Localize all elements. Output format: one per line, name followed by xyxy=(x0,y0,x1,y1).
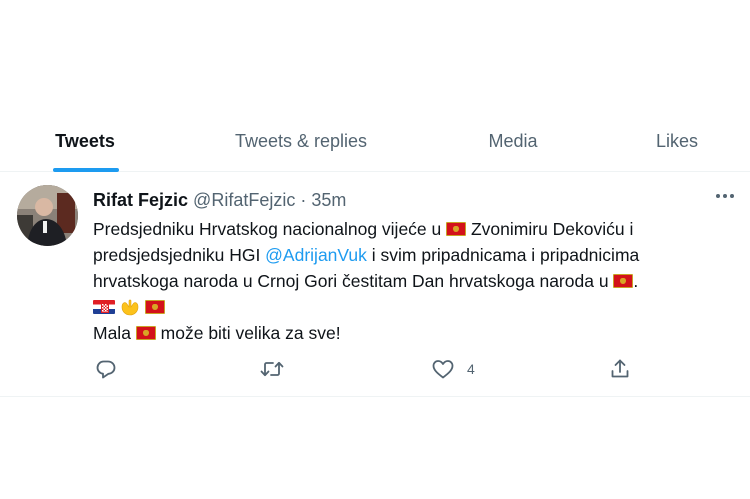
tweet-text-segment: može biti velika za sve! xyxy=(155,323,341,343)
tweet-text-segment: Predsjedniku Hrvatskog nacionalnog vijeć… xyxy=(93,219,447,239)
tweet-time[interactable]: 35m xyxy=(311,190,346,210)
author-handle[interactable]: @RifatFejzic xyxy=(193,190,295,210)
tab-tweets[interactable]: Tweets xyxy=(32,110,138,172)
like-button[interactable]: 4 xyxy=(431,358,475,380)
tab-tweets-replies[interactable]: Tweets & replies xyxy=(208,110,394,172)
tab-likes[interactable]: Likes xyxy=(638,110,716,172)
tweet-text-segment: i svim pripadnicama i pripadnicima xyxy=(366,245,640,265)
tweet-header: Rifat Fejzic @RifatFejzic · 35m xyxy=(93,190,346,211)
like-count: 4 xyxy=(467,361,475,377)
share-button[interactable] xyxy=(609,358,631,380)
tweet-text-segment: hrvatskoga naroda u Crnoj Gori čestitam … xyxy=(93,271,614,291)
avatar[interactable] xyxy=(17,185,78,246)
tab-tweets-label: Tweets xyxy=(55,130,115,151)
flag-montenegro-icon xyxy=(144,300,165,314)
flag-montenegro-icon xyxy=(613,274,634,288)
tab-media-label: Media xyxy=(488,130,538,151)
reply-icon xyxy=(96,360,116,379)
retweet-button[interactable] xyxy=(260,358,296,380)
tweet-text-segment: predsjedsjedniku HGI xyxy=(93,245,266,265)
tab-tweets-replies-label: Tweets & replies xyxy=(234,130,368,151)
flag-montenegro-icon xyxy=(446,222,467,236)
tweet-text-segment: Zvonimiru Dekoviću i xyxy=(466,219,634,239)
tweet-text-segment: Mala xyxy=(93,323,136,343)
retweet-icon xyxy=(260,361,284,377)
share-icon xyxy=(611,359,629,378)
tweet-text-segment: . xyxy=(633,271,639,291)
flag-montenegro-icon xyxy=(135,326,156,340)
more-options-button[interactable] xyxy=(711,184,739,208)
tweet-text: Predsjedniku Hrvatskog nacionalnog vijeć… xyxy=(93,216,733,346)
tweet[interactable]: Rifat Fejzic @RifatFejzic · 35m Predsjed… xyxy=(0,172,750,397)
header-separator: · xyxy=(300,190,307,210)
raising-hands-icon xyxy=(121,299,139,316)
tweet-actions: 4 xyxy=(93,358,653,384)
author-name[interactable]: Rifat Fejzic xyxy=(93,190,188,210)
flag-croatia-icon xyxy=(93,300,115,314)
profile-tabs: Tweets Tweets & replies Media Likes xyxy=(0,110,750,172)
heart-icon xyxy=(432,360,454,379)
tab-likes-label: Likes xyxy=(655,130,699,151)
tab-media[interactable]: Media xyxy=(470,110,556,172)
mention-link[interactable]: @AdrijanVuk xyxy=(265,245,367,265)
reply-button[interactable] xyxy=(95,358,129,380)
more-horizontal-icon xyxy=(716,194,734,198)
